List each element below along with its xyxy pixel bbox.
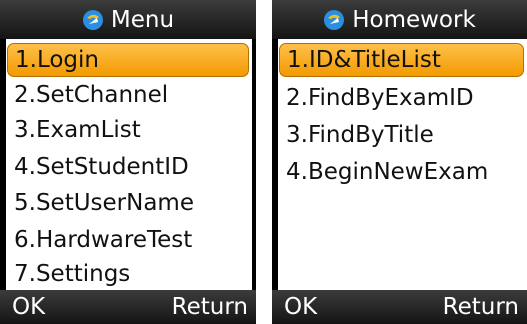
app-logo-icon — [82, 9, 103, 30]
app-logo-icon — [324, 9, 345, 30]
menu-item-settings[interactable]: 7.Settings — [6, 257, 252, 291]
softkey-bar: OK Return — [272, 290, 527, 324]
menu-item-find-by-exam-id[interactable]: 2.FindByExamID — [278, 81, 527, 115]
return-softkey[interactable]: Return — [443, 294, 519, 320]
homework-screen: Homework 1.ID&TitleList 2.FindByExamID 3… — [272, 0, 527, 324]
menu-item-examlist[interactable]: 3.ExamList — [6, 113, 252, 147]
menu-item-setchannel[interactable]: 2.SetChannel — [6, 78, 252, 112]
menu-screen: Menu 1.Login 2.SetChannel 3.ExamList 4.S… — [0, 0, 256, 324]
menu-item-find-by-title[interactable]: 3.FindByTitle — [278, 118, 527, 152]
return-softkey[interactable]: Return — [172, 294, 248, 320]
menu-item-setusername[interactable]: 5.SetUserName — [6, 186, 252, 220]
menu-item-id-title-list[interactable]: 1.ID&TitleList — [279, 43, 524, 77]
title-bar: Homework — [272, 0, 527, 39]
menu-item-setstudentid[interactable]: 4.SetStudentID — [6, 150, 252, 184]
title-bar: Menu — [0, 0, 256, 39]
menu-list: 1.Login 2.SetChannel 3.ExamList 4.SetStu… — [6, 39, 252, 290]
ok-softkey[interactable]: OK — [284, 294, 317, 320]
screen-title: Menu — [110, 6, 175, 33]
menu-item-hardwaretest[interactable]: 6.HardwareTest — [6, 223, 252, 257]
screen-title: Homework — [352, 6, 476, 33]
ok-softkey[interactable]: OK — [12, 294, 45, 320]
menu-item-login[interactable]: 1.Login — [7, 43, 249, 77]
menu-item-begin-new-exam[interactable]: 4.BeginNewExam — [278, 155, 527, 189]
homework-list: 1.ID&TitleList 2.FindByExamID 3.FindByTi… — [278, 39, 527, 290]
softkey-bar: OK Return — [0, 290, 256, 324]
